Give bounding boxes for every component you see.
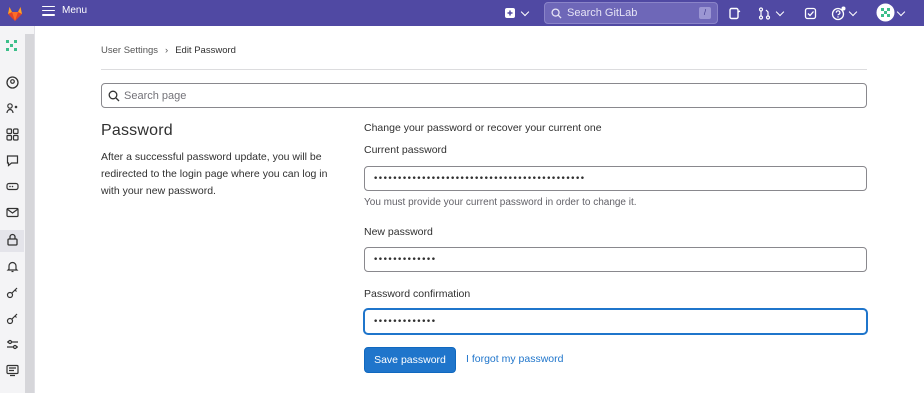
chevron-down-icon[interactable]	[896, 7, 906, 17]
global-search-input[interactable]: Search GitLab /	[544, 2, 718, 24]
avatar[interactable]	[876, 3, 895, 22]
account-icon[interactable]	[6, 102, 19, 115]
section-help-text: After a successful password update, you …	[101, 151, 328, 197]
gitlab-logo-icon[interactable]	[5, 3, 25, 23]
section-description: Password After a successful password upd…	[101, 122, 346, 200]
user-avatar-icon[interactable]	[4, 38, 20, 54]
applications-icon[interactable]	[6, 128, 19, 141]
current-password-label: Current password	[364, 144, 447, 156]
search-icon	[551, 7, 562, 19]
header-divider	[101, 69, 867, 70]
merge-requests-icon[interactable]	[756, 5, 772, 21]
hamburger-icon	[42, 5, 55, 16]
section-title: Password	[101, 122, 173, 139]
chevron-down-icon[interactable]	[520, 7, 530, 17]
top-navbar: Menu Search GitLab /	[0, 0, 924, 26]
chevron-down-icon[interactable]	[775, 7, 785, 17]
help-icon[interactable]	[830, 5, 846, 21]
profile-icon[interactable]	[6, 76, 19, 89]
breadcrumb: User Settings › Edit Password	[101, 45, 236, 56]
settings-sidebar	[0, 26, 35, 393]
ssh-key-icon[interactable]	[6, 286, 19, 299]
forgot-password-link[interactable]: I forgot my password	[466, 353, 563, 365]
save-password-button[interactable]: Save password	[364, 347, 456, 373]
search-shortcut-badge: /	[699, 7, 711, 19]
chevron-down-icon[interactable]	[848, 7, 858, 17]
token-icon[interactable]	[6, 180, 19, 193]
email-icon[interactable]	[6, 206, 19, 219]
form-lead-text: Change your password or recover your cur…	[364, 122, 602, 134]
breadcrumb-edit-password[interactable]: Edit Password	[175, 45, 236, 56]
menu-label: Menu	[62, 5, 88, 16]
preferences-icon[interactable]	[6, 338, 19, 351]
search-placeholder: Search GitLab	[567, 7, 638, 19]
new-password-field[interactable]: •••••••••••••	[364, 247, 867, 272]
menu-button[interactable]: Menu	[42, 5, 87, 16]
current-password-field[interactable]: ••••••••••••••••••••••••••••••••••••••••…	[364, 166, 867, 191]
current-password-help: You must provide your current password i…	[364, 197, 637, 208]
active-sessions-icon[interactable]	[6, 364, 19, 377]
notifications-icon[interactable]	[6, 260, 19, 273]
gpg-key-icon[interactable]	[6, 312, 19, 325]
lock-icon[interactable]	[6, 233, 19, 246]
search-icon	[108, 90, 120, 102]
search-page-placeholder: Search page	[124, 89, 187, 102]
sidebar-scrollbar[interactable]	[25, 34, 34, 393]
chat-icon[interactable]	[6, 154, 19, 167]
search-page-input[interactable]: Search page	[101, 83, 867, 108]
todo-icon[interactable]	[802, 5, 818, 21]
breadcrumb-user-settings[interactable]: User Settings	[101, 45, 158, 56]
new-password-label: New password	[364, 226, 433, 238]
password-confirmation-field[interactable]: •••••••••••••	[364, 309, 867, 334]
issues-icon[interactable]	[726, 5, 742, 21]
breadcrumb-separator-icon: ›	[165, 45, 169, 56]
create-new-icon[interactable]	[502, 5, 518, 21]
password-confirmation-label: Password confirmation	[364, 288, 471, 300]
